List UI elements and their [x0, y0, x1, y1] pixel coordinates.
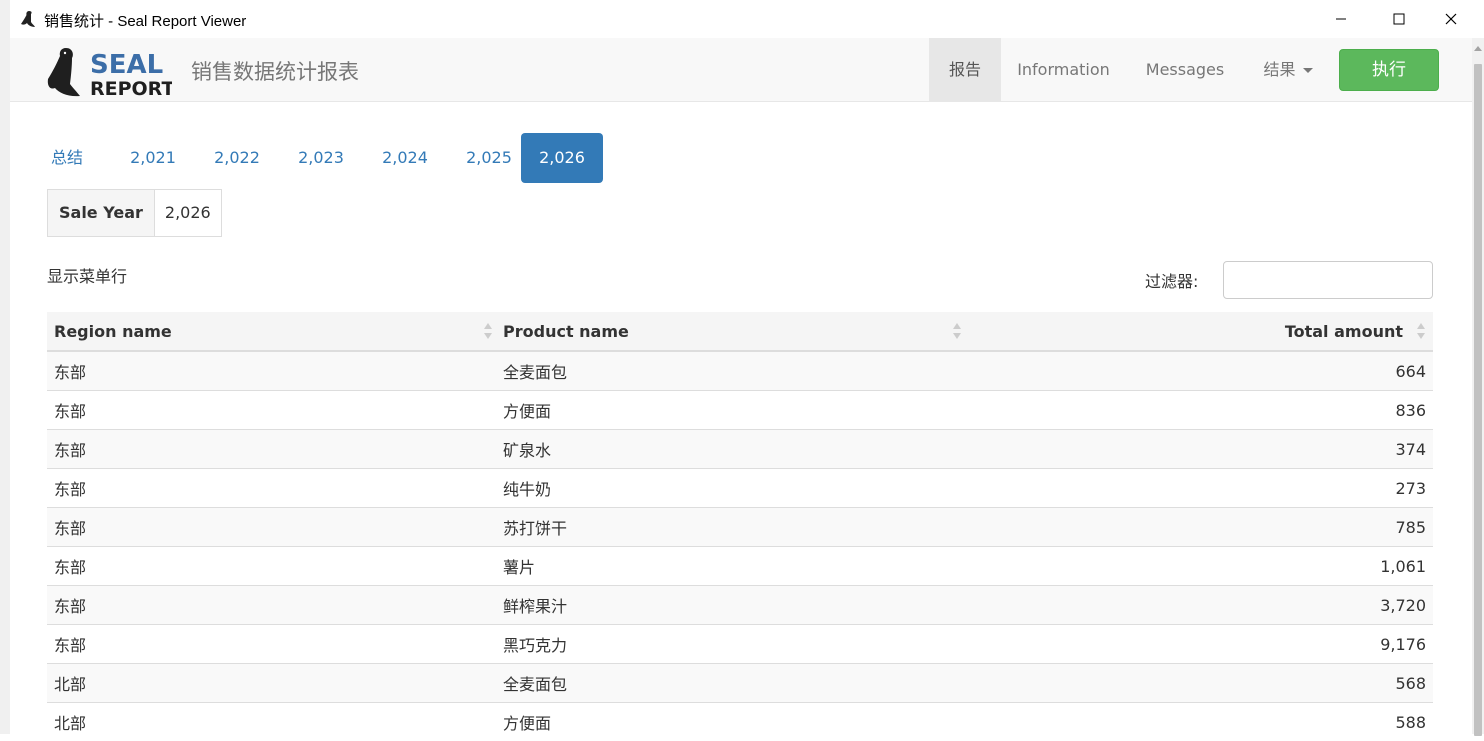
- cell-region: 东部: [47, 469, 496, 508]
- table-row: 东部鲜榨果汁3,720: [47, 586, 1433, 625]
- column-header-label: Product name: [503, 322, 629, 341]
- table-row: 东部纯牛奶273: [47, 469, 1433, 508]
- table-row: 东部黑巧克力9,176: [47, 625, 1433, 664]
- sort-icon: [484, 323, 492, 341]
- cell-product: 黑巧克力: [496, 625, 967, 664]
- table-row: 东部全麦面包664: [47, 351, 1433, 391]
- cell-product: 苏打饼干: [496, 508, 967, 547]
- nav-results-dropdown[interactable]: 结果: [1250, 38, 1326, 101]
- sale-year-label: Sale Year: [48, 190, 155, 236]
- viewer-window: 销售统计 - Seal Report Viewer SEAL REPORT 销售…: [10, 0, 1484, 734]
- seal-app-icon: [20, 10, 36, 28]
- table-row: 北部方便面588: [47, 703, 1433, 741]
- cell-region: 东部: [47, 586, 496, 625]
- cell-total: 1,061: [967, 547, 1433, 586]
- cell-total: 273: [967, 469, 1433, 508]
- cell-total: 568: [967, 664, 1433, 703]
- scroll-up-arrow-icon[interactable]: [1474, 46, 1482, 51]
- show-menu-rows-link[interactable]: 显示菜单行: [47, 263, 127, 287]
- filter-input[interactable]: [1223, 261, 1433, 299]
- filter-label: 过滤器:: [1145, 268, 1198, 292]
- seal-report-logo: SEAL REPORT: [46, 44, 172, 98]
- nav-information[interactable]: Information: [1006, 38, 1121, 101]
- column-header-product[interactable]: Product name: [496, 312, 967, 351]
- tab-2026[interactable]: 2,026: [521, 133, 603, 183]
- cell-product: 方便面: [496, 391, 967, 430]
- cell-product: 矿泉水: [496, 430, 967, 469]
- caret-down-icon: [1303, 68, 1313, 73]
- column-header-label: Region name: [54, 322, 172, 341]
- cell-total: 785: [967, 508, 1433, 547]
- cell-region: 东部: [47, 391, 496, 430]
- report-table: Region name Product name Total amount 东部…: [47, 312, 1433, 741]
- maximize-icon: [1393, 13, 1405, 25]
- nav-report-label: 报告: [949, 60, 981, 79]
- logo-seal-text: SEAL: [90, 50, 163, 80]
- cell-total: 3,720: [967, 586, 1433, 625]
- report-title: 销售数据统计报表: [191, 56, 359, 86]
- cell-total: 374: [967, 430, 1433, 469]
- tab-2025[interactable]: 2,025: [449, 133, 529, 183]
- sale-year-value: 2,026: [155, 190, 221, 236]
- cell-product: 纯牛奶: [496, 469, 967, 508]
- maximize-button[interactable]: [1376, 0, 1422, 38]
- cell-region: 东部: [47, 625, 496, 664]
- tab-2022[interactable]: 2,022: [197, 133, 277, 183]
- cell-region: 北部: [47, 664, 496, 703]
- scroll-thumb[interactable]: [1474, 64, 1482, 736]
- nav-results-label: 结果: [1263, 60, 1295, 79]
- cell-region: 东部: [47, 547, 496, 586]
- minimize-button[interactable]: [1318, 0, 1364, 38]
- cell-product: 全麦面包: [496, 351, 967, 391]
- column-header-region[interactable]: Region name: [47, 312, 496, 351]
- sort-icon: [953, 323, 961, 341]
- cell-total: 9,176: [967, 625, 1433, 664]
- cell-product: 薯片: [496, 547, 967, 586]
- minimize-icon: [1335, 13, 1347, 25]
- cell-region: 东部: [47, 430, 496, 469]
- nav-report[interactable]: 报告: [929, 38, 1001, 101]
- report-navbar: SEAL REPORT 销售数据统计报表 报告 Information Mess…: [10, 38, 1472, 102]
- nav-messages[interactable]: Messages: [1130, 38, 1240, 101]
- cell-product: 全麦面包: [496, 664, 967, 703]
- sort-icon: [1417, 323, 1425, 341]
- column-header-total[interactable]: Total amount: [967, 312, 1433, 351]
- cell-region: 东部: [47, 351, 496, 391]
- execute-button[interactable]: 执行: [1339, 49, 1439, 91]
- nav-messages-label: Messages: [1146, 60, 1224, 79]
- cell-region: 北部: [47, 703, 496, 741]
- window-title: 销售统计 - Seal Report Viewer: [44, 10, 246, 31]
- table-row: 东部薯片1,061: [47, 547, 1433, 586]
- vertical-scrollbar[interactable]: [1472, 38, 1484, 734]
- close-icon: [1445, 13, 1457, 25]
- table-row: 东部方便面836: [47, 391, 1433, 430]
- table-header-row: Region name Product name Total amount: [47, 312, 1433, 351]
- table-row: 东部矿泉水374: [47, 430, 1433, 469]
- cell-region: 东部: [47, 508, 496, 547]
- cell-total: 664: [967, 351, 1433, 391]
- cell-product: 鲜榨果汁: [496, 586, 967, 625]
- table-row: 东部苏打饼干785: [47, 508, 1433, 547]
- tab-2024[interactable]: 2,024: [365, 133, 445, 183]
- close-button[interactable]: [1428, 0, 1474, 38]
- tab-summary[interactable]: 总结: [38, 133, 96, 183]
- cell-total: 588: [967, 703, 1433, 741]
- tab-2023[interactable]: 2,023: [281, 133, 361, 183]
- logo-report-text: REPORT: [90, 78, 172, 98]
- sale-year-box: Sale Year 2,026: [47, 189, 222, 237]
- table-row: 北部全麦面包568: [47, 664, 1433, 703]
- title-bar: 销售统计 - Seal Report Viewer: [10, 0, 1484, 38]
- cell-total: 836: [967, 391, 1433, 430]
- column-header-label: Total amount: [1285, 322, 1403, 341]
- nav-information-label: Information: [1017, 60, 1110, 79]
- tab-2021[interactable]: 2,021: [113, 133, 193, 183]
- cell-product: 方便面: [496, 703, 967, 741]
